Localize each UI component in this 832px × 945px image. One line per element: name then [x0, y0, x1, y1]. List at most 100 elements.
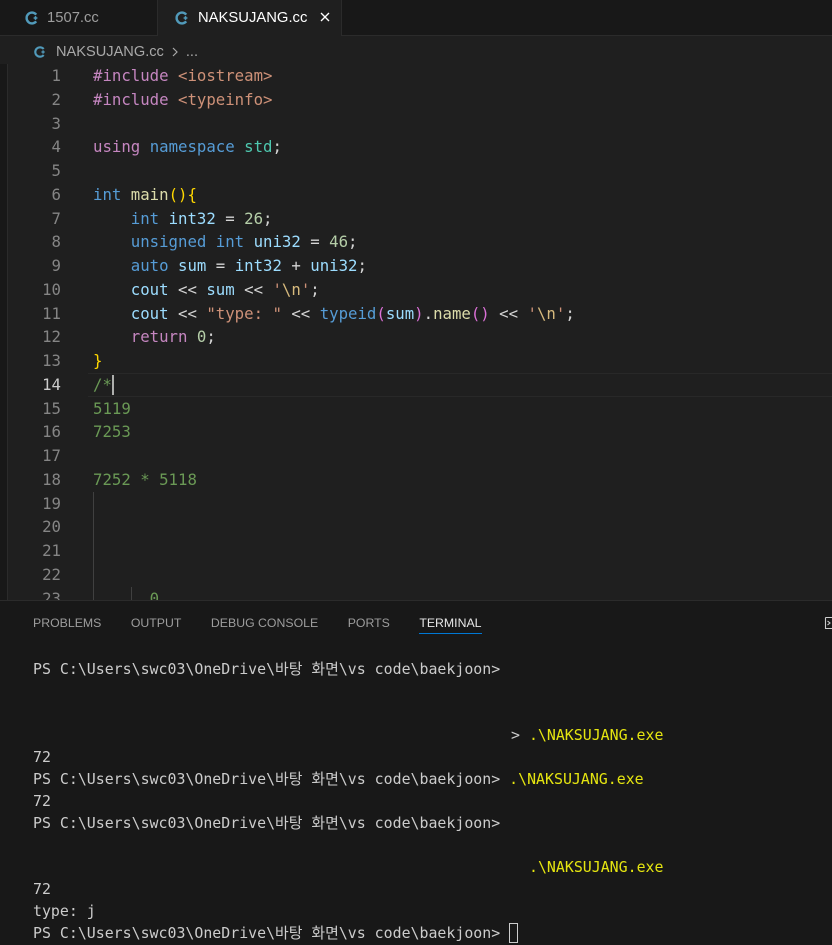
code-line[interactable]: 13}: [0, 349, 832, 373]
tab-1507-cc[interactable]: 1507.cc: [0, 0, 158, 35]
code-text[interactable]: unsigned int uni32 = 46;: [93, 230, 358, 254]
code-text[interactable]: #include <typeinfo>: [93, 88, 272, 112]
code-line[interactable]: 9 auto sum = int32 + uni32;: [0, 254, 832, 278]
terminal-output[interactable]: PS C:\Users\swc03\OneDrive\바탕 화면\vs code…: [33, 658, 832, 944]
code-line[interactable]: 2 #include <typeinfo>: [0, 88, 832, 112]
code-token: sum: [178, 256, 207, 275]
code-text[interactable]: /*: [93, 373, 114, 397]
code-token: cout: [130, 279, 169, 299]
code-token: \n: [281, 279, 301, 299]
code-token: (: [376, 303, 386, 323]
code-text[interactable]: int main(){: [93, 183, 197, 207]
code-token: ;: [357, 256, 367, 275]
code-token: ': [527, 303, 537, 323]
code-line[interactable]: 15 5119: [0, 397, 832, 421]
code-token: std: [244, 137, 273, 157]
code-token: int32: [234, 256, 282, 275]
code-text[interactable]: using namespace std;: [93, 135, 282, 159]
terminal-line: PS C:\Users\swc03\OneDrive\바탕 화면\vs code…: [33, 658, 832, 680]
code-text[interactable]: #include <iostream>: [93, 64, 272, 88]
code-line[interactable]: 8 unsigned int uni32 = 46;: [0, 230, 832, 254]
terminal-icon[interactable]: [822, 615, 832, 631]
tab-debug-console[interactable]: DEBUG CONSOLE: [211, 616, 318, 634]
line-number: 19: [42, 493, 61, 513]
code-text[interactable]: }: [93, 349, 102, 373]
code-text[interactable]: 7253: [93, 420, 131, 444]
bottom-panel: PROBLEMS OUTPUT DEBUG CONSOLE PORTS TERM…: [0, 600, 832, 945]
line-number: 22: [42, 564, 61, 584]
editor-lines[interactable]: 1 #include <iostream> 2 #include <typeinfo>…: [0, 64, 832, 600]
cpp-file-icon: [25, 10, 38, 25]
terminal-line: > .\NAKSUJANG.exe: [33, 724, 832, 746]
code-line[interactable]: 21: [0, 539, 832, 563]
code-line[interactable]: 23 0: [0, 587, 832, 601]
code-text[interactable]: cout << sum << '\n';: [93, 278, 320, 302]
line-number: 4: [51, 137, 61, 157]
terminal-text: 72: [33, 880, 51, 898]
line-number: 6: [51, 184, 61, 204]
code-line[interactable]: 6 int main(){: [0, 183, 832, 207]
terminal-cursor: [509, 923, 519, 943]
line-number: 18: [42, 469, 61, 489]
code-text[interactable]: return 0;: [93, 325, 216, 349]
code-line[interactable]: 20: [0, 515, 832, 539]
breadcrumb-file[interactable]: NAKSUJANG.cc: [56, 44, 164, 60]
tab-terminal[interactable]: TERMINAL: [419, 616, 482, 634]
tab-label: 1507.cc: [47, 9, 99, 26]
code-token: main: [130, 184, 169, 204]
terminal-text: .\NAKSUJANG.exe: [529, 858, 664, 876]
code-line[interactable]: 19: [0, 492, 832, 516]
code-line[interactable]: 18 7252 * 5118: [0, 468, 832, 492]
tab-ports[interactable]: PORTS: [348, 616, 390, 634]
terminal-text: >: [511, 726, 529, 744]
code-text[interactable]: auto sum = int32 + uni32;: [93, 254, 367, 278]
code-token: int32: [168, 208, 216, 228]
breadcrumb-symbols[interactable]: ...: [186, 44, 198, 60]
code-token: name: [433, 303, 471, 323]
code-token: (): [470, 303, 490, 323]
code-line[interactable]: 14 /*: [0, 372, 832, 397]
code-line[interactable]: 16 7253: [0, 420, 832, 444]
code-line[interactable]: 3: [0, 112, 832, 136]
code-line[interactable]: 17: [0, 444, 832, 468]
tab-output[interactable]: OUTPUT: [131, 616, 182, 634]
code-line[interactable]: 12 return 0;: [0, 325, 832, 349]
tab-naksujang-cc[interactable]: NAKSUJANG.cc: [158, 0, 342, 36]
code-token: uni32: [310, 256, 358, 275]
code-token: 0: [196, 327, 207, 347]
chevron-right-icon: [172, 47, 178, 56]
code-line[interactable]: 10 cout << sum << '\n';: [0, 278, 832, 302]
code-line[interactable]: 4 using namespace std;: [0, 135, 832, 159]
code-token: int: [130, 208, 160, 228]
code-text[interactable]: int int32 = 26;: [93, 207, 273, 231]
code-token: (){: [168, 184, 197, 204]
tab-problems[interactable]: PROBLEMS: [33, 616, 101, 634]
code-token: ;: [310, 279, 320, 299]
code-text[interactable]: cout << "type: " << typeid(sum).name() <…: [93, 302, 575, 326]
code-token: ': [555, 303, 566, 323]
code-text[interactable]: 5119: [93, 397, 131, 421]
code-line[interactable]: 22: [0, 563, 832, 587]
code-line[interactable]: 5: [0, 159, 832, 183]
code-line[interactable]: 7 int int32 = 26;: [0, 207, 832, 231]
code-token: ;: [348, 232, 358, 252]
code-token: sum: [206, 279, 235, 299]
line-number: 20: [42, 517, 61, 537]
code-text[interactable]: 0: [93, 587, 159, 601]
code-token: return: [130, 327, 188, 347]
code-editor[interactable]: 1 #include <iostream> 2 #include <typeinfo>…: [0, 64, 832, 600]
code-text[interactable]: 7252 * 5118: [93, 468, 197, 492]
cpp-file-icon: [175, 11, 188, 25]
text-cursor: [111, 374, 114, 395]
code-token: namespace: [149, 137, 235, 157]
line-number: 11: [42, 303, 61, 323]
terminal-text: PS C:\Users\swc03\OneDrive\바탕 화면\vs code…: [33, 814, 501, 832]
code-line[interactable]: 11 cout << "type: " << typeid(sum).name(…: [0, 302, 832, 326]
close-icon[interactable]: [317, 9, 333, 25]
code-line[interactable]: 1 #include <iostream>: [0, 64, 832, 88]
